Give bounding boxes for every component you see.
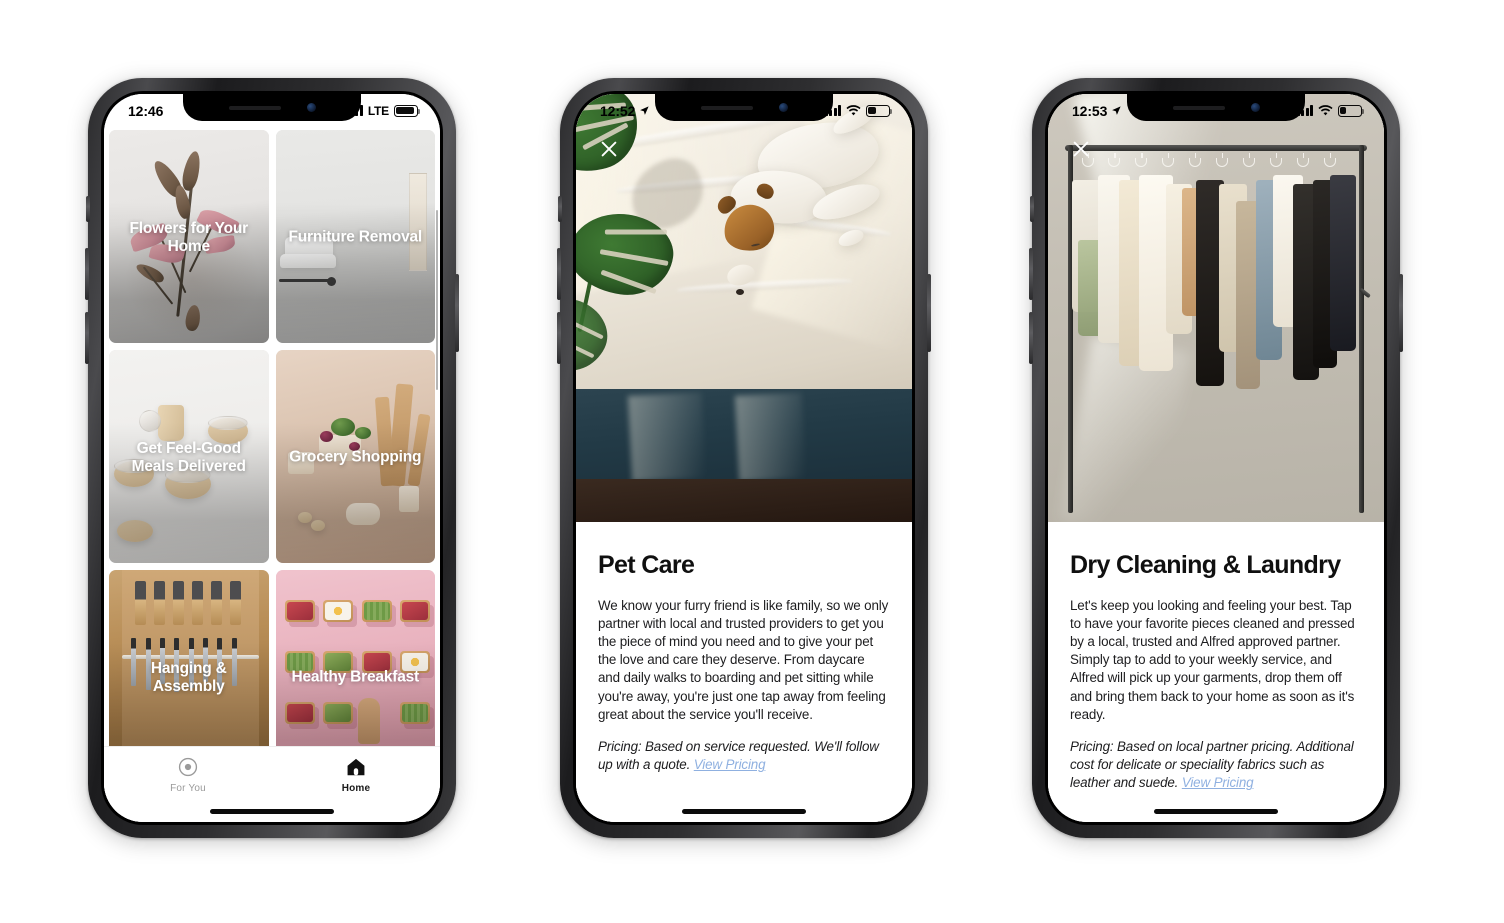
phone-bezel: Pet Care We know your furry friend is li… (573, 91, 915, 825)
detail-content: Dry Cleaning & Laundry Let's keep you lo… (1048, 522, 1384, 822)
screen-pet-care: Pet Care We know your furry friend is li… (576, 94, 912, 822)
for-you-icon (177, 756, 199, 778)
hero-image-dry-cleaning (1048, 94, 1384, 522)
silent-switch[interactable] (86, 196, 90, 222)
screenshot-stage: Flowers for Your Home Furniture Removal … (0, 0, 1504, 923)
hero-art-dog-on-bed (576, 94, 912, 522)
front-camera (306, 103, 316, 112)
service-grid-scroll[interactable]: Flowers for Your Home Furniture Removal … (104, 124, 440, 746)
hero-art-clothing-rack (1048, 94, 1384, 522)
detail-content: Pet Care We know your furry friend is li… (576, 522, 912, 822)
view-pricing-link[interactable]: View Pricing (694, 757, 766, 772)
volume-down-button[interactable] (85, 312, 89, 364)
tile-furniture-removal[interactable]: Furniture Removal (275, 130, 435, 343)
silent-switch[interactable] (558, 196, 562, 222)
vertical-scrollbar[interactable] (435, 210, 438, 390)
phone-bezel: Dry Cleaning & Laundry Let's keep you lo… (1045, 91, 1387, 825)
tile-hanging-and-assembly[interactable]: Hanging & Assembly (109, 570, 269, 746)
screen-dry-cleaning: Dry Cleaning & Laundry Let's keep you lo… (1048, 94, 1384, 822)
close-icon[interactable] (1070, 138, 1092, 160)
notch (1127, 94, 1305, 121)
tab-home[interactable]: Home (272, 756, 440, 794)
pricing-note: Pricing: Based on local partner pricing.… (1070, 738, 1362, 793)
power-button[interactable] (455, 274, 459, 352)
front-camera (1250, 103, 1260, 112)
earpiece-speaker (700, 105, 753, 110)
earpiece-speaker (228, 105, 281, 110)
phone-home-grid: Flowers for Your Home Furniture Removal … (85, 78, 459, 838)
tile-label: Hanging & Assembly (150, 659, 227, 695)
hero-image-pet-care (576, 94, 912, 522)
view-pricing-link[interactable]: View Pricing (1182, 775, 1254, 790)
notch (183, 94, 361, 121)
tab-label: Home (341, 783, 371, 794)
page-title: Pet Care (598, 551, 695, 579)
tile-label: Get Feel-Good Meals Delivered (131, 439, 246, 475)
phone-pet-care-detail: Pet Care We know your furry friend is li… (557, 78, 931, 838)
tile-healthy-breakfast[interactable]: Healthy Breakfast (275, 570, 435, 746)
home-indicator[interactable] (210, 809, 334, 814)
home-icon (345, 756, 367, 778)
phone-bezel: Flowers for Your Home Furniture Removal … (101, 91, 443, 825)
service-description: We know your furry friend is like family… (598, 597, 889, 722)
tab-label: For You (170, 783, 206, 794)
volume-down-button[interactable] (1029, 312, 1033, 364)
volume-up-button[interactable] (557, 248, 561, 300)
volume-up-button[interactable] (85, 248, 89, 300)
service-description: Let's keep you looking and feeling your … (1070, 597, 1355, 722)
dry-cleaning-detail-page: Dry Cleaning & Laundry Let's keep you lo… (1048, 94, 1384, 822)
home-indicator[interactable] (682, 809, 806, 814)
service-grid-page: Flowers for Your Home Furniture Removal … (104, 94, 440, 822)
volume-down-button[interactable] (557, 312, 561, 364)
tile-label: Healthy Breakfast (291, 668, 420, 686)
tile-gradient-overlay (275, 570, 435, 746)
volume-up-button[interactable] (1029, 248, 1033, 300)
home-indicator[interactable] (1154, 809, 1278, 814)
tile-grocery-shopping[interactable]: Grocery Shopping (275, 350, 435, 563)
tile-gradient-overlay (109, 570, 269, 746)
page-title: Dry Cleaning & Laundry (1070, 551, 1341, 579)
power-button[interactable] (927, 274, 931, 352)
front-camera (778, 103, 788, 112)
tile-label: Flowers for Your Home (129, 219, 249, 255)
screen-home-grid: Flowers for Your Home Furniture Removal … (104, 94, 440, 822)
pet-care-detail-page: Pet Care We know your furry friend is li… (576, 94, 912, 822)
earpiece-speaker (1172, 105, 1225, 110)
pricing-note: Pricing: Based on service requested. We'… (598, 738, 890, 774)
phone-dry-cleaning-detail: Dry Cleaning & Laundry Let's keep you lo… (1029, 78, 1403, 838)
power-button[interactable] (1399, 274, 1403, 352)
close-icon[interactable] (598, 138, 620, 160)
tab-for-you[interactable]: For You (104, 756, 272, 794)
tile-label: Furniture Removal (288, 228, 423, 246)
silent-switch[interactable] (1030, 196, 1034, 222)
notch (655, 94, 833, 121)
tile-get-feel-good-meals-delivered[interactable]: Get Feel-Good Meals Delivered (109, 350, 269, 563)
tile-flowers-for-your-home[interactable]: Flowers for Your Home (109, 130, 269, 343)
tile-label: Grocery Shopping (289, 448, 422, 466)
